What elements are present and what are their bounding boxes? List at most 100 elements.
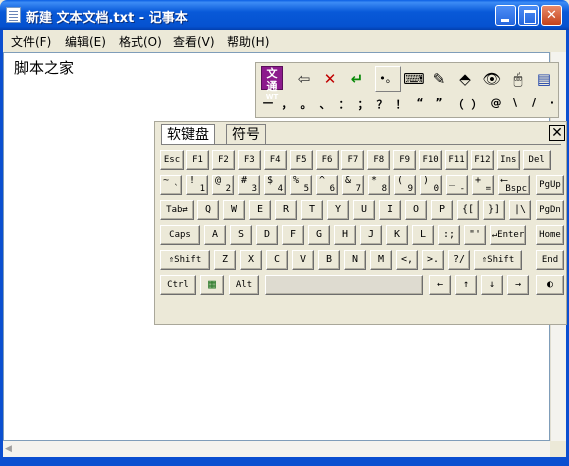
key-D[interactable]: D — [256, 225, 278, 245]
key-sym[interactable]: ~ ` — [160, 175, 182, 195]
key-V[interactable]: V — [292, 250, 314, 270]
key-9[interactable]: (9 — [394, 175, 416, 195]
key-P[interactable]: P — [431, 200, 453, 220]
key-0[interactable]: ) 0 — [420, 175, 442, 195]
key-sym[interactable]: ?/ — [448, 250, 470, 270]
key-F11[interactable]: F11 — [445, 150, 468, 170]
ime-symbol-semicolon[interactable]: ； — [356, 96, 370, 112]
key-C[interactable]: C — [266, 250, 288, 270]
ime-menu-icon[interactable]: ▤ — [533, 68, 555, 90]
key-sym[interactable]: :; — [438, 225, 460, 245]
key-windows[interactable]: ▦ — [200, 275, 224, 295]
ime-symbol-comma[interactable]: ， — [280, 96, 294, 112]
ime-symbol-lparen[interactable]: （ — [451, 96, 465, 112]
ime-logo-icon[interactable]: 文通 WT — [261, 66, 283, 101]
key-backspace[interactable]: ⟵ Bspc — [498, 175, 530, 195]
minimize-button[interactable] — [495, 5, 516, 26]
key-ime-toggle[interactable]: ◐ — [536, 275, 564, 295]
key-4[interactable]: $4 — [264, 175, 286, 195]
key-R[interactable]: R — [275, 200, 297, 220]
key-M[interactable]: M — [370, 250, 392, 270]
key-U[interactable]: U — [353, 200, 375, 220]
tab-symbols[interactable]: 符号 — [226, 124, 266, 145]
key-F2[interactable]: F2 — [211, 150, 235, 170]
key-end[interactable]: End — [536, 250, 564, 270]
ime-clear-icon[interactable]: ✕ — [319, 68, 341, 90]
ime-symbol-at[interactable]: @ — [489, 96, 503, 109]
ime-symbol-rparen[interactable]: ） — [470, 96, 484, 112]
key-Ins[interactable]: Ins — [496, 150, 520, 170]
maximize-button[interactable] — [518, 5, 539, 26]
key-G[interactable]: G — [308, 225, 330, 245]
ime-symbol-lquote[interactable]: “ — [413, 96, 427, 109]
key-1[interactable]: ! 1 — [186, 175, 208, 195]
ime-symbol-rquote[interactable]: ” — [432, 96, 446, 109]
key-N[interactable]: N — [344, 250, 366, 270]
key-6[interactable]: ^ 6 — [316, 175, 338, 195]
key-F8[interactable]: F8 — [367, 150, 391, 170]
key-Q[interactable]: Q — [197, 200, 219, 220]
close-button[interactable]: ✕ — [541, 5, 562, 26]
key-F6[interactable]: F6 — [315, 150, 339, 170]
ime-mouse-icon[interactable]: 🖱 — [507, 68, 529, 90]
ime-symbol-period[interactable]: 。 — [299, 96, 313, 112]
menu-edit[interactable]: 编辑(E) — [65, 33, 106, 50]
ime-symbol-dot[interactable]: · — [545, 96, 559, 109]
key-F9[interactable]: F9 — [393, 150, 417, 170]
key-J[interactable]: J — [360, 225, 382, 245]
ime-back-icon[interactable]: ⇦ — [293, 68, 315, 90]
key-F7[interactable]: F7 — [341, 150, 365, 170]
key-F12[interactable]: F12 — [470, 150, 494, 170]
key-F1[interactable]: F1 — [186, 150, 209, 170]
ime-symbol-exclaim[interactable]: ！ — [394, 96, 408, 112]
key-pgdn[interactable]: PgDn — [536, 200, 564, 220]
key-K[interactable]: K — [386, 225, 408, 245]
key-sym[interactable]: |\ — [509, 200, 531, 220]
key-E[interactable]: E — [249, 200, 271, 220]
editor-content[interactable]: 脚本之家 — [14, 57, 74, 78]
ime-symbol-dash[interactable]: — — [261, 96, 275, 109]
key-F[interactable]: F — [282, 225, 304, 245]
key-sym[interactable]: <, — [396, 250, 418, 270]
title-bar[interactable]: 新建 文本文档.txt - 记事本 ✕ — [0, 0, 569, 30]
tab-softkeyboard[interactable]: 软键盘 — [161, 124, 215, 145]
key-ctrl[interactable]: Ctrl — [160, 275, 196, 295]
key-sym[interactable]: {[ — [457, 200, 479, 220]
key-S[interactable]: S — [230, 225, 252, 245]
key-Y[interactable]: Y — [327, 200, 349, 220]
ime-punctuation-icon[interactable]: •。 — [377, 68, 399, 90]
ime-symbol-question[interactable]: ？ — [375, 96, 389, 112]
key-sym[interactable]: + = — [472, 175, 494, 195]
scroll-left-arrow-icon[interactable]: ◀ — [5, 444, 12, 454]
key-tab[interactable]: Tab⇄ — [160, 200, 194, 220]
key-F5[interactable]: F5 — [289, 150, 313, 170]
horizontal-scrollbar[interactable]: ◀ — [3, 441, 550, 457]
key-3[interactable]: #3 — [238, 175, 260, 195]
key-shift-left[interactable]: ⇑Shift — [160, 250, 210, 270]
key-enter[interactable]: ↵Enter — [490, 225, 526, 245]
ime-symbol-slash[interactable]: / — [527, 96, 541, 109]
softkeyboard-close-icon[interactable]: ✕ — [549, 125, 565, 141]
key-F4[interactable]: F4 — [263, 150, 287, 170]
key-X[interactable]: X — [240, 250, 262, 270]
key-shift-right[interactable]: ⇑Shift — [474, 250, 522, 270]
ime-softkeyboard-icon[interactable]: ⌨ — [403, 68, 425, 90]
key-L[interactable]: L — [412, 225, 434, 245]
key-F3[interactable]: F3 — [237, 150, 261, 170]
key-2[interactable]: @2 — [212, 175, 234, 195]
key-Z[interactable]: Z — [214, 250, 236, 270]
key-home[interactable]: Home — [536, 225, 564, 245]
key-sym[interactable]: >. — [422, 250, 444, 270]
key-5[interactable]: % 5 — [290, 175, 312, 195]
key-alt[interactable]: Alt — [229, 275, 259, 295]
ime-eraser-icon[interactable]: ⬘ — [454, 68, 476, 90]
ime-enter-icon[interactable]: ↵ — [346, 68, 368, 90]
ime-eye-icon[interactable]: 👁 — [481, 68, 503, 90]
key-O[interactable]: O — [405, 200, 427, 220]
ime-symbol-backslash[interactable]: \ — [508, 96, 522, 109]
key-A[interactable]: A — [204, 225, 226, 245]
key-sym[interactable]: "' — [464, 225, 486, 245]
menu-file[interactable]: 文件(F) — [11, 33, 51, 50]
key-right[interactable]: → — [507, 275, 529, 295]
size-grip[interactable] — [550, 441, 566, 457]
